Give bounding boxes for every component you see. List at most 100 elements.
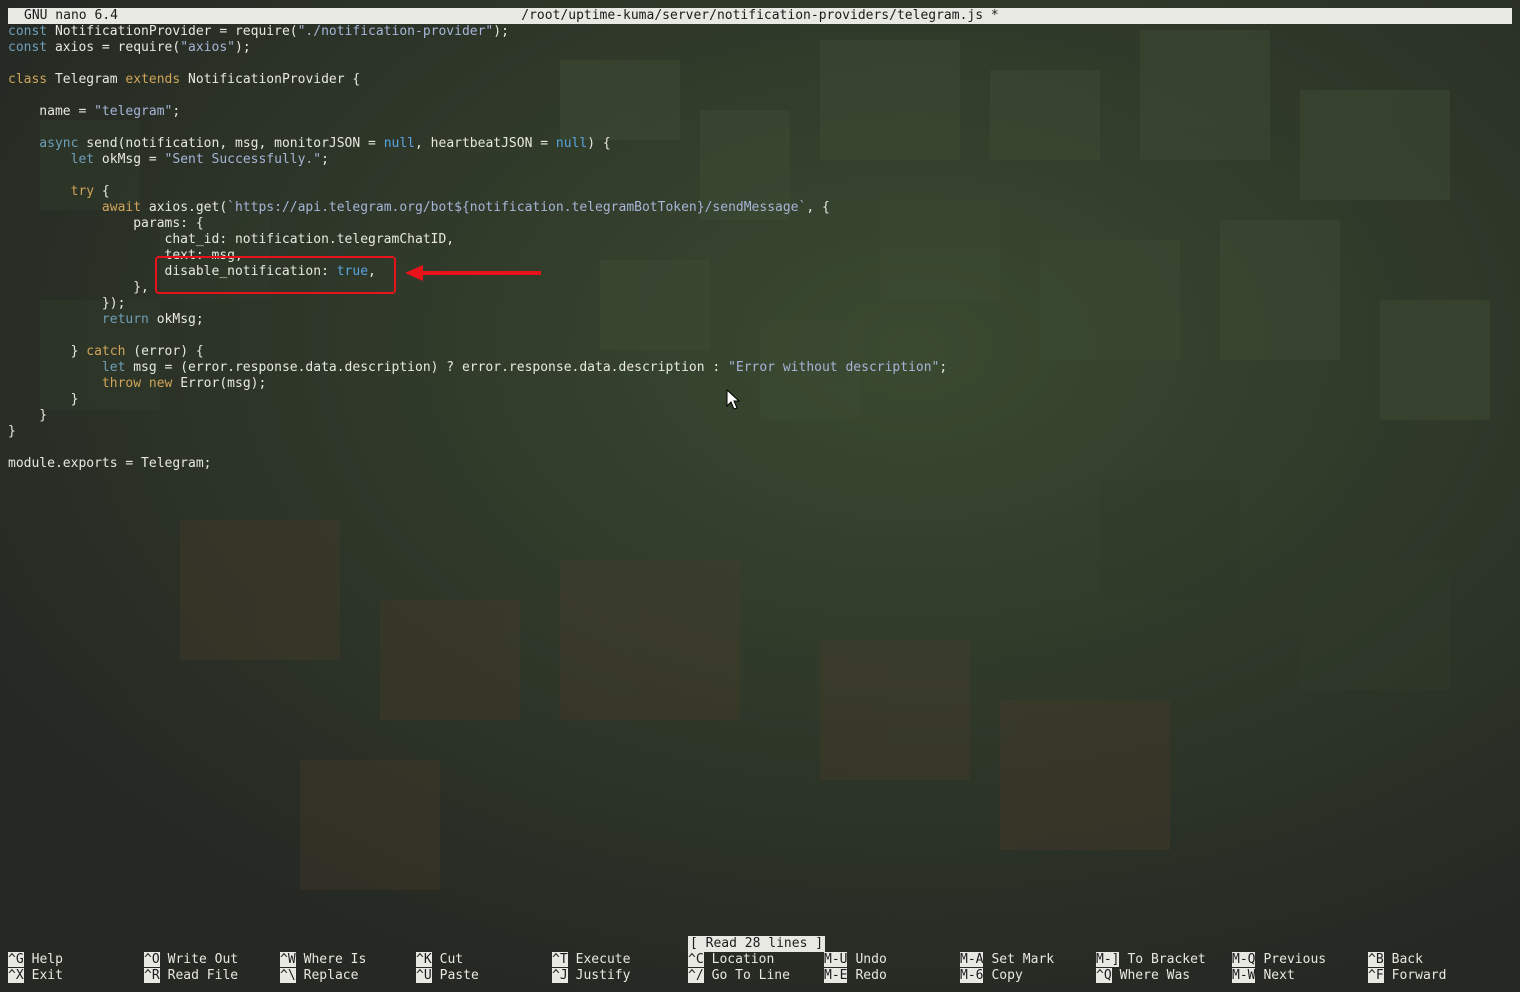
code-token: return: [8, 312, 149, 327]
shortcut-item[interactable]: M-6 Copy: [960, 968, 1023, 984]
shortcut-key: ^B: [1368, 952, 1384, 967]
code-line: }: [8, 392, 947, 408]
shortcut-label: Exit: [31, 968, 63, 983]
code-line: name = "telegram";: [8, 104, 947, 120]
shortcut-key: ^/: [688, 968, 704, 983]
code-token: "Error without description": [728, 360, 940, 375]
code-token: const: [8, 24, 48, 39]
shortcut-item[interactable]: ^\ Replace: [280, 968, 358, 984]
shortcut-key: ^U: [416, 968, 432, 983]
code-token: );: [493, 24, 509, 39]
shortcut-label: Undo: [855, 952, 887, 967]
code-editor[interactable]: const NotificationProvider = require("./…: [8, 24, 947, 472]
shortcut-item[interactable]: ^B Back: [1368, 952, 1423, 968]
shortcut-key: ^G: [8, 952, 24, 967]
shortcut-label: Execute: [575, 952, 631, 967]
shortcut-key: ^\: [280, 968, 296, 983]
code-line: let okMsg = "Sent Successfully.";: [8, 152, 947, 168]
code-token: new: [148, 376, 173, 391]
shortcut-key: M-W: [1232, 968, 1256, 983]
shortcut-label: Replace: [303, 968, 359, 983]
shortcut-key: ^T: [552, 952, 568, 967]
code-line: });: [8, 296, 947, 312]
shortcut-key: ^C: [688, 952, 704, 967]
code-token: "Sent Successfully.": [164, 152, 322, 167]
shortcut-label: Set Mark: [991, 952, 1055, 967]
shortcut-label: Go To Line: [711, 968, 790, 983]
code-token: axios.get(: [141, 200, 228, 215]
shortcut-item[interactable]: ^R Read File: [144, 968, 238, 984]
shortcut-bar: ^G Help ^O Write Out ^W Where Is ^K Cut ^T Execut…: [8, 952, 1512, 984]
red-arrow-icon: [405, 265, 541, 281]
code-token: ) {: [587, 136, 611, 151]
shortcut-item[interactable]: ^K Cut: [416, 952, 463, 968]
code-token: }: [8, 392, 79, 407]
code-token: okMsg;: [148, 312, 204, 327]
shortcut-key: M-]: [1096, 952, 1120, 967]
code-token: extends: [125, 72, 181, 87]
code-token: }: [8, 344, 87, 359]
code-token: params: {: [8, 216, 204, 231]
shortcut-label: To Bracket: [1127, 952, 1206, 967]
code-token: okMsg =: [94, 152, 165, 167]
mouse-pointer-icon: [726, 389, 740, 410]
code-line: }: [8, 424, 947, 440]
shortcut-item[interactable]: ^/ Go To Line: [688, 968, 790, 984]
shortcut-key: ^X: [8, 968, 24, 983]
code-token: null: [555, 136, 588, 151]
code-token: , heartbeatJSON =: [415, 136, 556, 151]
code-line: chat_id: notification.telegramChatID,: [8, 232, 947, 248]
shortcut-item[interactable]: M-] To Bracket: [1096, 952, 1206, 968]
shortcut-key: ^O: [144, 952, 160, 967]
shortcut-item[interactable]: M-W Next: [1232, 968, 1295, 984]
code-line: let msg = (error.response.data.descripti…: [8, 360, 947, 376]
shortcut-item[interactable]: ^W Where Is: [280, 952, 366, 968]
shortcut-item[interactable]: M-U Undo: [824, 952, 887, 968]
file-path: /root/uptime-kuma/server/notification-pr…: [521, 8, 999, 23]
shortcut-item[interactable]: M-Q Previous: [1232, 952, 1326, 968]
shortcut-item[interactable]: ^J Justify: [552, 968, 630, 984]
code-token: "axios": [180, 40, 235, 55]
code-token: throw: [8, 376, 142, 391]
code-token: class: [8, 72, 48, 87]
shortcut-item[interactable]: M-A Set Mark: [960, 952, 1054, 968]
shortcut-label: Redo: [855, 968, 887, 983]
code-token: }: [8, 408, 48, 423]
shortcut-item[interactable]: ^U Paste: [416, 968, 479, 984]
code-token: let: [8, 152, 95, 167]
code-token: try: [8, 184, 95, 199]
code-token: msg = (error.response.data.description) …: [125, 360, 729, 375]
shortcut-label: Forward: [1391, 968, 1447, 983]
code-token: );: [235, 40, 251, 55]
code-line: return okMsg;: [8, 312, 947, 328]
code-token: `https://api.telegram.org/bot${notificat…: [227, 200, 807, 215]
shortcut-label: Help: [31, 952, 63, 967]
shortcut-item[interactable]: ^Q Where Was: [1096, 968, 1190, 984]
shortcut-item[interactable]: ^F Forward: [1368, 968, 1446, 984]
code-token: "telegram": [94, 104, 173, 119]
code-token: NotificationProvider = require(: [47, 24, 298, 39]
shortcut-label: Copy: [991, 968, 1023, 983]
shortcut-item[interactable]: ^C Location: [688, 952, 774, 968]
code-line: const NotificationProvider = require("./…: [8, 24, 947, 40]
code-token: });: [8, 296, 126, 311]
code-token: ;: [321, 152, 329, 167]
shortcut-item[interactable]: M-E Redo: [824, 968, 887, 984]
shortcut-key: ^Q: [1096, 968, 1112, 983]
code-line: try {: [8, 184, 947, 200]
code-token: name =: [8, 104, 95, 119]
code-token: (error) {: [125, 344, 204, 359]
shortcut-key: ^R: [144, 968, 160, 983]
highlight-box: [155, 256, 396, 294]
shortcut-item[interactable]: ^X Exit: [8, 968, 63, 984]
shortcut-item[interactable]: ^T Execute: [552, 952, 630, 968]
code-token: NotificationProvider {: [180, 72, 361, 87]
shortcut-item[interactable]: ^G Help: [8, 952, 63, 968]
shortcut-key: M-E: [824, 968, 848, 983]
shortcut-item[interactable]: ^O Write Out: [144, 952, 238, 968]
code-token: },: [8, 280, 149, 295]
code-line: } catch (error) {: [8, 344, 947, 360]
shortcut-key: M-6: [960, 968, 984, 983]
code-token: catch: [86, 344, 126, 359]
